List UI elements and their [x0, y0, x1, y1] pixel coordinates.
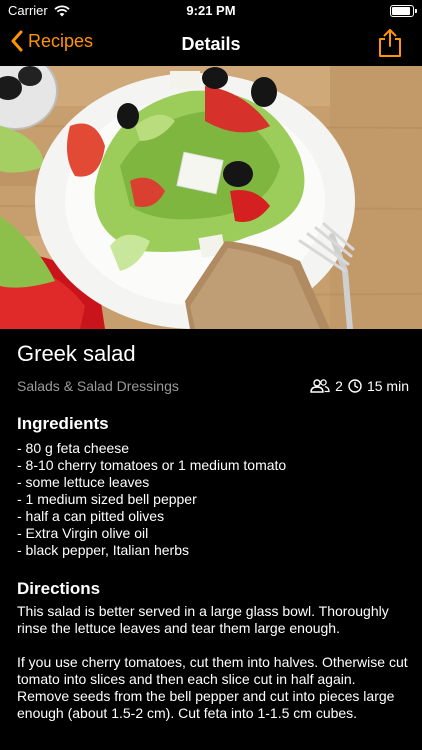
- nav-title: Details: [181, 34, 241, 54]
- ingredient-item: - black pepper, Italian herbs: [17, 542, 189, 558]
- ingredients-heading: Ingredients: [17, 414, 109, 433]
- recipe-stats: 2 15 min: [310, 378, 409, 394]
- status-time: 9:21 PM: [186, 3, 236, 18]
- recipe-photo: [0, 66, 422, 329]
- battery-icon: [390, 5, 417, 17]
- directions-heading: Directions: [17, 579, 101, 598]
- ingredients-list: - 80 g feta cheese - 8-10 cherry tomatoe…: [17, 440, 409, 559]
- navigation-bar: Recipes Details: [0, 22, 422, 66]
- recipe-content: Greek salad Salads & Salad Dressings 2 1…: [17, 340, 409, 722]
- direction-paragraph: This salad is better served in a large g…: [17, 603, 389, 636]
- share-icon[interactable]: [376, 28, 404, 58]
- recipe-title: Greek salad: [17, 341, 136, 366]
- cook-time: 15 min: [366, 378, 409, 394]
- ingredient-item: - 1 medium sized bell pepper: [17, 491, 197, 507]
- salad-illustration: [0, 66, 422, 329]
- ingredient-item: - 80 g feta cheese: [17, 440, 130, 456]
- direction-paragraph: If you use cherry tomatoes, cut them int…: [17, 654, 408, 721]
- ingredient-item: - some lettuce leaves: [17, 474, 150, 490]
- battery-level: [392, 7, 411, 15]
- ingredient-item: - Extra Virgin olive oil: [17, 525, 149, 541]
- clock-icon: [348, 379, 362, 393]
- status-bar: Carrier 9:21 PM: [0, 0, 422, 22]
- recipe-meta: Salads & Salad Dressings 2 15 min: [17, 378, 409, 394]
- people-icon: [310, 379, 330, 393]
- directions-text: This salad is better served in a large g…: [17, 603, 409, 722]
- recipe-category: Salads & Salad Dressings: [17, 378, 179, 394]
- ingredient-item: - 8-10 cherry tomatoes or 1 medium tomat…: [17, 457, 287, 473]
- servings-value: 2: [335, 378, 343, 394]
- ingredient-item: - half a can pitted olives: [17, 508, 165, 524]
